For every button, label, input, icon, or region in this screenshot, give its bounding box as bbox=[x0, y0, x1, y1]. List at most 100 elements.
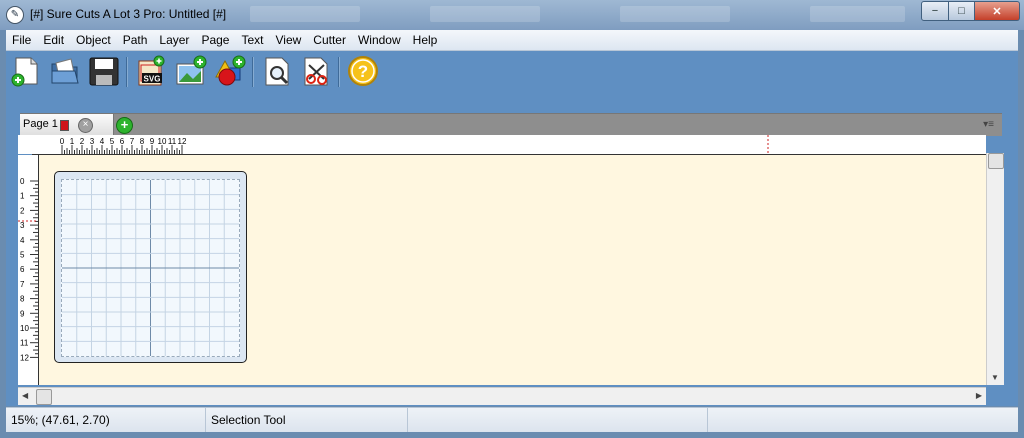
scroll-left-icon[interactable]: ◀ bbox=[22, 391, 28, 400]
horizontal-scroll-thumb[interactable] bbox=[36, 389, 52, 405]
toolbar-separator bbox=[252, 57, 254, 87]
ruler-left: 0 1 2 3 4 5 6 7 8 9 10 11 12 bbox=[18, 155, 39, 385]
scroll-down-icon[interactable]: ▼ bbox=[991, 373, 999, 382]
close-tab-icon[interactable]: × bbox=[78, 118, 93, 133]
menu-view[interactable]: View bbox=[269, 33, 307, 47]
preview-button[interactable] bbox=[261, 55, 293, 87]
window-controls: − □ ✕ bbox=[921, 1, 1020, 21]
mat-grid-area bbox=[61, 179, 240, 357]
background-window-ghost bbox=[810, 6, 905, 22]
menu-window[interactable]: Window bbox=[352, 33, 407, 47]
import-image-button[interactable] bbox=[175, 55, 207, 87]
tab-label: Page 1 bbox=[23, 118, 58, 130]
ruler-label: 12 bbox=[178, 137, 187, 146]
ruler-label: 12 bbox=[20, 353, 29, 362]
help-button[interactable]: ? bbox=[347, 55, 379, 87]
ruler-label: 9 bbox=[20, 309, 25, 318]
ruler-label: 6 bbox=[20, 265, 25, 274]
ruler-label: 5 bbox=[110, 137, 115, 146]
title-bar: ✎ [#] Sure Cuts A Lot 3 Pro: Untitled [#… bbox=[0, 0, 1024, 30]
status-bar: 15%; (47.61, 2.70) Selection Tool bbox=[6, 407, 1018, 432]
menu-path[interactable]: Path bbox=[117, 33, 154, 47]
ruler-label: 5 bbox=[20, 251, 25, 260]
ruler-corner bbox=[18, 135, 32, 154]
ruler-label: 0 bbox=[60, 137, 65, 146]
floppy-disk-icon bbox=[89, 57, 119, 86]
toolbar: SVG ? bbox=[6, 51, 1018, 92]
status-panel bbox=[708, 408, 1018, 432]
page-tab-bar: Page 1 × + ▾≡ bbox=[20, 113, 1002, 136]
menu-cutter[interactable]: Cutter bbox=[307, 33, 352, 47]
horizontal-scrollbar[interactable]: ◀ ▶ bbox=[18, 387, 986, 405]
open-button[interactable] bbox=[49, 55, 81, 87]
help-icon: ? bbox=[348, 56, 378, 86]
ruler-label: 0 bbox=[20, 177, 25, 186]
tab-page-1[interactable]: Page 1 × bbox=[20, 114, 114, 136]
status-zoom-coordinates: 15%; (47.61, 2.70) bbox=[6, 408, 206, 432]
close-button[interactable]: ✕ bbox=[975, 1, 1020, 21]
background-window-ghost bbox=[620, 6, 730, 22]
image-add-icon bbox=[176, 55, 207, 85]
ruler-label: 4 bbox=[100, 137, 105, 146]
ruler-label: 2 bbox=[80, 137, 85, 146]
ruler-label: 11 bbox=[168, 137, 177, 146]
ruler-label: 6 bbox=[120, 137, 125, 146]
magnifier-page-icon bbox=[265, 57, 289, 86]
ruler-label: 10 bbox=[20, 324, 29, 333]
open-folder-icon bbox=[51, 58, 79, 84]
ruler-label: 11 bbox=[20, 339, 29, 348]
menu-edit[interactable]: Edit bbox=[37, 33, 70, 47]
ruler-label: 9 bbox=[150, 137, 155, 146]
background-window-ghost bbox=[430, 6, 540, 22]
background-window-ghost bbox=[250, 6, 360, 22]
ruler-label: 10 bbox=[158, 137, 167, 146]
help-glyph: ? bbox=[358, 62, 368, 81]
mat-grid bbox=[62, 180, 239, 356]
page-color-swatch[interactable] bbox=[60, 120, 69, 131]
vertical-scrollbar[interactable]: ▼ bbox=[986, 153, 1004, 385]
ruler-label: 1 bbox=[20, 192, 25, 201]
svg-label: SVG bbox=[144, 75, 161, 84]
ruler-label: 3 bbox=[20, 221, 25, 230]
cut-button[interactable] bbox=[300, 55, 332, 87]
design-canvas[interactable] bbox=[39, 155, 986, 385]
minimize-button[interactable]: − bbox=[921, 1, 949, 21]
menu-help[interactable]: Help bbox=[407, 33, 444, 47]
ruler-top: 0 1 2 3 4 5 6 7 8 9 10 11 12 bbox=[32, 135, 986, 155]
window-title: [#] Sure Cuts A Lot 3 Pro: Untitled [#] bbox=[30, 7, 227, 21]
ruler-label: 8 bbox=[140, 137, 145, 146]
new-document-button[interactable] bbox=[10, 55, 42, 87]
tab-menu-icon[interactable]: ▾≡ bbox=[983, 119, 994, 130]
scissors-page-icon bbox=[304, 57, 328, 86]
ruler-label: 2 bbox=[20, 206, 25, 215]
status-current-tool: Selection Tool bbox=[206, 408, 408, 432]
add-shape-button[interactable] bbox=[214, 55, 246, 87]
ruler-top-scale: 0 1 2 3 4 5 6 7 8 9 10 11 12 bbox=[60, 135, 769, 154]
ruler-label: 3 bbox=[90, 137, 95, 146]
toolbar-separator bbox=[338, 57, 340, 87]
ruler-left-scale: 0123456789101112 bbox=[18, 177, 38, 362]
import-svg-button[interactable]: SVG bbox=[136, 55, 168, 87]
menu-object[interactable]: Object bbox=[70, 33, 117, 47]
maximize-button[interactable]: □ bbox=[949, 1, 975, 21]
menu-layer[interactable]: Layer bbox=[153, 33, 195, 47]
status-panel bbox=[408, 408, 708, 432]
svg-import-icon: SVG bbox=[138, 55, 165, 86]
ruler-label: 7 bbox=[20, 280, 25, 289]
menu-file[interactable]: File bbox=[6, 33, 37, 47]
ruler-label: 4 bbox=[20, 236, 25, 245]
ruler-label: 7 bbox=[130, 137, 135, 146]
new-document-icon bbox=[11, 57, 38, 87]
add-page-icon[interactable]: + bbox=[116, 117, 133, 134]
ruler-label: 1 bbox=[70, 137, 75, 146]
menu-page[interactable]: Page bbox=[195, 33, 235, 47]
save-button[interactable] bbox=[88, 55, 120, 87]
menu-text[interactable]: Text bbox=[235, 33, 269, 47]
shapes-add-icon bbox=[215, 55, 246, 86]
menu-bar: File Edit Object Path Layer Page Text Vi… bbox=[6, 30, 1018, 51]
vertical-scroll-thumb[interactable] bbox=[988, 153, 1004, 169]
app-icon[interactable]: ✎ bbox=[6, 6, 24, 24]
toolbar-separator bbox=[126, 57, 128, 87]
scroll-right-icon[interactable]: ▶ bbox=[976, 391, 982, 400]
cutting-mat[interactable] bbox=[54, 171, 247, 363]
